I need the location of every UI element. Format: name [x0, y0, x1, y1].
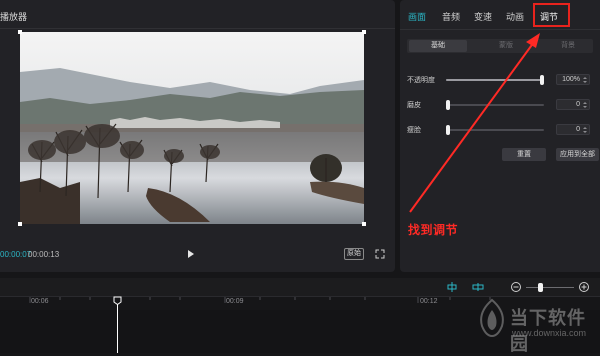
- crop-handle[interactable]: [362, 222, 366, 226]
- link-icon[interactable]: [472, 281, 484, 293]
- opacity-label: 不透明度: [407, 77, 435, 84]
- fullscreen-icon: [375, 249, 385, 259]
- ruler-tick-label: 00:06: [31, 298, 49, 305]
- face-slim-slider[interactable]: [446, 125, 544, 135]
- zoom-out-icon[interactable]: [510, 281, 522, 293]
- slider-knob[interactable]: [446, 100, 450, 110]
- video-preview[interactable]: [20, 32, 364, 224]
- reset-button[interactable]: 重置: [502, 148, 546, 161]
- opacity-value: 100%: [562, 76, 580, 83]
- face-slim-label: 瘦脸: [407, 127, 421, 134]
- smoothing-value: 0: [576, 101, 580, 108]
- zoom-in-icon[interactable]: [578, 281, 590, 293]
- crop-handle[interactable]: [18, 222, 22, 226]
- subtab-background[interactable]: 背景: [543, 39, 593, 53]
- slider-knob[interactable]: [446, 125, 450, 135]
- total-time: 00:00:13: [28, 250, 60, 259]
- opacity-value-field[interactable]: 100%: [556, 74, 590, 85]
- stepper-icon[interactable]: [583, 127, 587, 133]
- watermark-logo-icon: [480, 298, 504, 338]
- highlight-box: [533, 3, 570, 27]
- crop-handle[interactable]: [362, 30, 366, 34]
- zoom-slider[interactable]: [526, 287, 574, 288]
- playhead[interactable]: [117, 300, 118, 353]
- zoom-slider-knob[interactable]: [538, 283, 543, 292]
- ruler-tick-label: 00:09: [226, 298, 244, 305]
- snap-icon[interactable]: [446, 281, 458, 293]
- ruler-tick-label: 00:12: [420, 298, 438, 305]
- subtab-mask[interactable]: 蒙版: [481, 39, 531, 53]
- smoothing-value-field[interactable]: 0: [556, 99, 590, 110]
- landscape-frame-image: [20, 32, 364, 224]
- slider-fill: [446, 79, 544, 81]
- stepper-icon[interactable]: [583, 77, 587, 83]
- stepper-icon[interactable]: [583, 102, 587, 108]
- opacity-slider[interactable]: [446, 75, 544, 85]
- crop-handle[interactable]: [18, 30, 22, 34]
- fullscreen-button[interactable]: [375, 249, 385, 259]
- face-slim-value: 0: [576, 126, 580, 133]
- player-title: 播放器: [0, 12, 28, 22]
- smoothing-label: 磨皮: [407, 102, 421, 109]
- slider-knob[interactable]: [540, 75, 544, 85]
- subtab-basic[interactable]: 基础: [409, 40, 467, 52]
- playhead-handle-icon[interactable]: [113, 296, 122, 305]
- tab-picture[interactable]: 画面: [408, 10, 426, 23]
- current-time: 00:00:07: [0, 250, 32, 259]
- subtab-bar: 基础 蒙版 背景: [407, 39, 593, 53]
- play-button[interactable]: [186, 249, 196, 259]
- divider: [400, 29, 600, 30]
- annotation-text: 找到调节: [408, 223, 459, 237]
- apply-to-all-button[interactable]: 应用到全部: [556, 148, 599, 161]
- aspect-ratio-button[interactable]: 原始: [344, 248, 364, 260]
- play-icon: [188, 250, 194, 258]
- smoothing-slider[interactable]: [446, 100, 544, 110]
- tab-speed[interactable]: 变速: [474, 10, 492, 23]
- tab-audio[interactable]: 音频: [442, 10, 460, 23]
- player-panel: 播放器 00:00:07 00:00:13 原始: [0, 0, 395, 272]
- tab-animation[interactable]: 动画: [506, 10, 524, 23]
- watermark-url: www.downxia.com: [512, 328, 587, 338]
- face-slim-value-field[interactable]: 0: [556, 124, 590, 135]
- divider: [0, 28, 395, 29]
